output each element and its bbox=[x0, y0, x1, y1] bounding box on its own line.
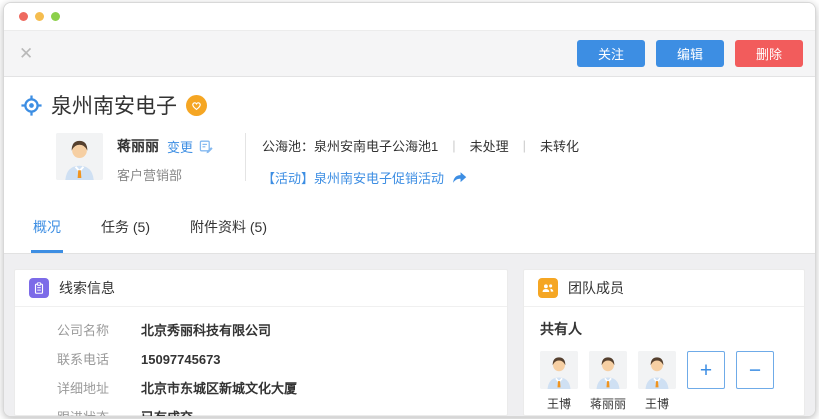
lead-header: 泉州南安电子 蒋丽丽 变更 bbox=[4, 77, 815, 203]
traffic-light-zoom[interactable] bbox=[51, 12, 60, 21]
field-row-phone: 联系电话 15097745673 bbox=[57, 353, 507, 367]
window-titlebar bbox=[4, 3, 815, 31]
lead-info-body: 公司名称 北京秀丽科技有限公司 联系电话 15097745673 详细地址 北京… bbox=[15, 307, 507, 416]
field-label: 详细地址 bbox=[57, 382, 119, 396]
clipboard-icon bbox=[29, 278, 49, 298]
member-avatar bbox=[540, 351, 578, 389]
member-name: 王博 bbox=[638, 395, 676, 412]
traffic-light-minimize[interactable] bbox=[35, 12, 44, 21]
member-names-row: 王博 蒋丽丽 王博 bbox=[540, 395, 788, 412]
heart-badge-icon[interactable] bbox=[186, 95, 207, 116]
add-member-button[interactable]: + bbox=[687, 351, 725, 389]
member-avatar bbox=[638, 351, 676, 389]
edit-button[interactable]: 编辑 bbox=[656, 40, 724, 67]
title-row: 泉州南安电子 bbox=[21, 90, 815, 120]
field-label: 公司名称 bbox=[57, 324, 119, 338]
team-members-card: 团队成员 共有人 + − 王博 bbox=[523, 269, 805, 416]
shared-people-label: 共有人 bbox=[540, 319, 788, 339]
app-window: ✕ 关注 编辑 删除 泉州南安电子 bbox=[3, 2, 816, 417]
members-row: + − bbox=[540, 351, 788, 389]
tab-attachments[interactable]: 附件资料 (5) bbox=[188, 203, 269, 253]
remove-member-button[interactable]: − bbox=[736, 351, 774, 389]
owner-name: 蒋丽丽 bbox=[117, 136, 159, 156]
lead-info-card: 线索信息 公司名称 北京秀丽科技有限公司 联系电话 15097745673 详细… bbox=[14, 269, 508, 416]
member-name: 王博 bbox=[540, 395, 578, 412]
field-row-status: 跟进状态 已有成交 bbox=[57, 411, 507, 416]
tab-tasks[interactable]: 任务 (5) bbox=[99, 203, 152, 253]
field-label: 跟进状态 bbox=[57, 411, 119, 416]
field-value: 15097745673 bbox=[141, 353, 221, 367]
pool-name: 公海池：泉州安南电子公海池1 bbox=[262, 136, 438, 155]
owner-block: 蒋丽丽 变更 客户营销部 bbox=[117, 133, 245, 184]
pool-line: 公海池：泉州安南电子公海池1 | 未处理 | 未转化 bbox=[262, 136, 579, 155]
change-owner-link[interactable]: 变更 bbox=[167, 137, 193, 156]
field-value: 北京秀丽科技有限公司 bbox=[141, 324, 271, 338]
team-people-icon bbox=[538, 278, 558, 298]
delete-button[interactable]: 删除 bbox=[735, 40, 803, 67]
target-locate-icon bbox=[21, 95, 42, 116]
pool-status-unprocessed: 未处理 bbox=[470, 136, 509, 155]
owner-department: 客户营销部 bbox=[117, 165, 245, 184]
page-title: 泉州南安电子 bbox=[51, 90, 177, 120]
activity-label: 【活动】泉州南安电子促销活动 bbox=[262, 168, 444, 187]
pool-block: 公海池：泉州安南电子公海池1 | 未处理 | 未转化 【活动】泉州南安电子促销活… bbox=[262, 133, 579, 187]
team-card-body: 共有人 + − 王博 蒋丽丽 王博 bbox=[524, 307, 804, 416]
action-toolbar: ✕ 关注 编辑 删除 bbox=[4, 31, 815, 77]
member-avatar bbox=[589, 351, 627, 389]
field-label: 联系电话 bbox=[57, 353, 119, 367]
share-forward-icon[interactable] bbox=[451, 169, 468, 186]
activity-link[interactable]: 【活动】泉州南安电子促销活动 bbox=[262, 168, 579, 187]
field-row-company: 公司名称 北京秀丽科技有限公司 bbox=[57, 324, 507, 338]
content-area: 线索信息 公司名称 北京秀丽科技有限公司 联系电话 15097745673 详细… bbox=[4, 254, 815, 416]
lead-info-card-header: 线索信息 bbox=[15, 270, 507, 307]
close-icon[interactable]: ✕ bbox=[19, 45, 33, 62]
field-value: 北京市东城区新城文化大厦 bbox=[141, 382, 297, 396]
vertical-divider bbox=[245, 133, 246, 181]
traffic-light-close[interactable] bbox=[19, 12, 28, 21]
tab-overview[interactable]: 概况 bbox=[31, 203, 63, 253]
follow-button[interactable]: 关注 bbox=[577, 40, 645, 67]
tab-bar: 概况 任务 (5) 附件资料 (5) bbox=[4, 203, 815, 254]
pool-separator: | bbox=[452, 138, 455, 153]
owner-avatar bbox=[56, 133, 103, 180]
member-name: 蒋丽丽 bbox=[589, 395, 627, 412]
team-card-title: 团队成员 bbox=[568, 278, 624, 298]
field-row-address: 详细地址 北京市东城区新城文化大厦 bbox=[57, 382, 507, 396]
pool-status-unconverted: 未转化 bbox=[540, 136, 579, 155]
edit-note-icon[interactable] bbox=[198, 138, 214, 154]
team-card-header: 团队成员 bbox=[524, 270, 804, 307]
field-value: 已有成交 bbox=[141, 411, 193, 416]
owner-profile-row: 蒋丽丽 变更 客户营销部 公海池：泉州安南电子公海池1 | 未处理 bbox=[56, 133, 815, 187]
lead-info-title: 线索信息 bbox=[59, 278, 115, 298]
pool-separator: | bbox=[523, 138, 526, 153]
